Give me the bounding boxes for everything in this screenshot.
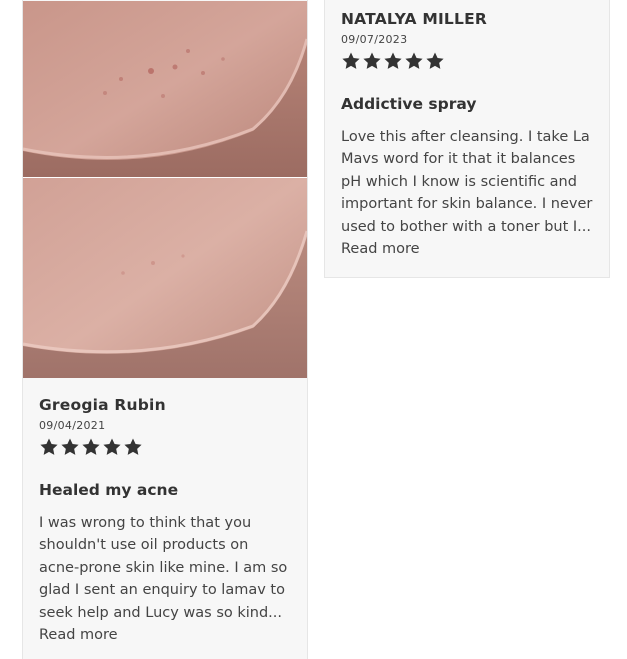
review-date: 09/07/2023: [341, 33, 408, 46]
star-icon: [61, 438, 79, 455]
review-text: I was wrong to think that you shouldn't …: [39, 515, 288, 621]
star-icon: [363, 52, 381, 69]
before-photo[interactable]: [23, 1, 307, 177]
star-rating: [341, 51, 593, 71]
review-card-natalya: NATALYA MILLER 09/07/2023 Addictive spra…: [324, 0, 610, 278]
review-card-greogia: Greogia Rubin 09/04/2021 Healed my acne …: [22, 0, 308, 659]
after-photo[interactable]: [23, 178, 307, 378]
star-rating: [39, 437, 291, 457]
reviews-page: Greogia Rubin 09/04/2021 Healed my acne …: [0, 0, 627, 659]
review-body: NATALYA MILLER 09/07/2023 Addictive spra…: [341, 9, 593, 260]
review-body: Greogia Rubin 09/04/2021 Healed my acne …: [39, 395, 291, 646]
review-headline: Healed my acne: [39, 481, 179, 499]
star-icon: [124, 438, 142, 455]
star-icon: [82, 438, 100, 455]
read-more-link[interactable]: Read more: [39, 624, 291, 646]
review-author: Greogia Rubin: [39, 396, 166, 414]
read-more-link[interactable]: Read more: [341, 238, 593, 260]
star-icon: [405, 52, 423, 69]
star-icon: [40, 438, 58, 455]
review-headline: Addictive spray: [341, 95, 477, 113]
star-icon: [384, 52, 402, 69]
skin-photo-before: [23, 1, 307, 177]
star-icon: [103, 438, 121, 455]
review-text: Love this after cleansing. I take La Mav…: [341, 129, 593, 235]
review-date: 09/04/2021: [39, 419, 106, 432]
star-icon: [342, 52, 360, 69]
review-author: NATALYA MILLER: [341, 10, 487, 28]
skin-photo-after: [23, 178, 307, 378]
star-icon: [426, 52, 444, 69]
